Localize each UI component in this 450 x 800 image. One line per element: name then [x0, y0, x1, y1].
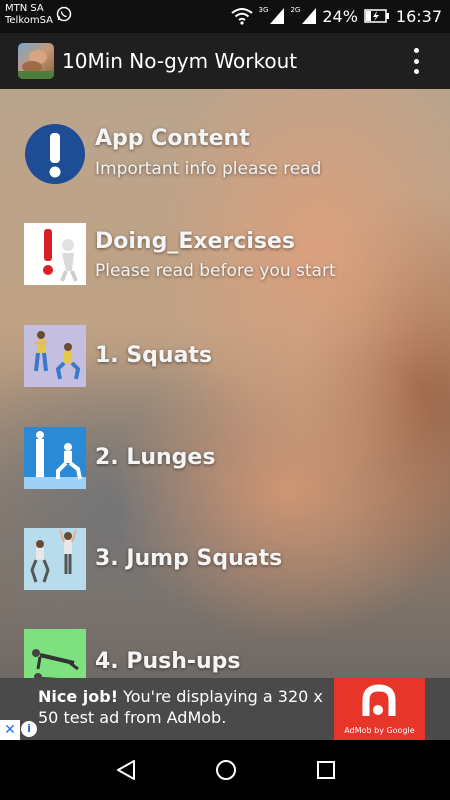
menu-item-app-content[interactable]: App Content Important info please read [0, 123, 450, 187]
recents-icon[interactable] [314, 758, 338, 782]
navigation-bar [0, 740, 450, 800]
app-title: 10Min No-gym Workout [62, 49, 298, 73]
carrier-line-1: MTN SA [5, 3, 44, 14]
menu-item-jump-squats[interactable]: 3. Jump Squats [0, 528, 450, 592]
menu-list: App Content Important info please read D… [0, 89, 450, 678]
admob-logo[interactable]: AdMob by Google [334, 678, 425, 740]
jump-squats-thumbnail [24, 528, 86, 590]
overflow-menu-button[interactable] [414, 48, 420, 74]
overflow-dot [414, 58, 419, 64]
ad-banner[interactable]: Nice job! You're displaying a 320 x 50 t… [0, 678, 450, 740]
lunges-thumbnail [24, 427, 86, 489]
ad-bold-text: Nice job! [38, 687, 119, 706]
menu-item-squats[interactable]: 1. Squats [0, 325, 450, 389]
network-type-2: 2G [290, 6, 301, 14]
signal-icon-2 [302, 8, 317, 24]
menu-item-push-ups[interactable]: 4. Push-ups [0, 629, 450, 678]
squats-thumbnail [24, 325, 86, 387]
menu-item-subtitle: Important info please read [95, 159, 322, 179]
menu-item-lunges[interactable]: 2. Lunges [0, 427, 450, 491]
battery-percent: 24% [322, 6, 358, 26]
menu-item-subtitle: Please read before you start [95, 261, 336, 281]
network-type-1: 3G [258, 6, 269, 14]
app-logo [18, 43, 54, 79]
whatsapp-icon [56, 6, 72, 22]
ad-close-button[interactable]: ✕ [0, 720, 20, 740]
signal-icon [270, 8, 285, 24]
pushups-thumbnail [24, 629, 86, 678]
ad-text: Nice job! You're displaying a 320 x 50 t… [38, 686, 338, 728]
menu-item-title: 1. Squats [95, 343, 213, 368]
menu-item-title: App Content [95, 126, 250, 151]
menu-item-doing-exercises[interactable]: Doing_Exercises Please read before you s… [0, 223, 450, 287]
carrier-line-2: TelkomSA [5, 15, 54, 26]
carrier-label: MTN SA TelkomSA [5, 3, 53, 27]
menu-item-title: Doing_Exercises [95, 229, 296, 254]
status-bar: MTN SA TelkomSA 3G 2G 24% 16:37 [0, 0, 450, 33]
admob-icon [362, 684, 396, 716]
warning-figure-icon [24, 223, 86, 285]
overflow-dot [414, 48, 419, 53]
home-icon[interactable] [214, 758, 238, 782]
menu-item-title: 4. Push-ups [95, 649, 241, 674]
exclamation-icon [25, 124, 85, 184]
clock: 16:37 [395, 6, 442, 26]
app-bar: 10Min No-gym Workout [0, 33, 450, 89]
menu-item-title: 3. Jump Squats [95, 546, 283, 571]
overflow-dot [414, 69, 419, 74]
ad-info-icon[interactable]: i [21, 721, 37, 737]
admob-label: AdMob by Google [344, 726, 415, 735]
back-icon[interactable] [114, 758, 138, 782]
battery-charging-icon [364, 9, 389, 23]
menu-item-title: 2. Lunges [95, 445, 216, 470]
status-icons: 3G 2G 24% 16:37 [230, 4, 442, 28]
wifi-icon [230, 8, 253, 25]
